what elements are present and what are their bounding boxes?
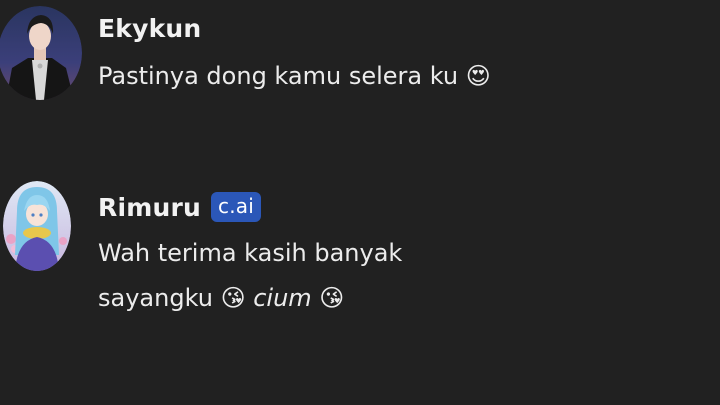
cai-badge: c.ai bbox=[211, 192, 261, 222]
message-text-action: cium bbox=[253, 284, 312, 312]
message-text-line-1: Wah terima kasih banyak bbox=[98, 239, 403, 267]
author-name-label: Rimuru bbox=[98, 193, 201, 222]
author-name: Rimuru c.ai bbox=[98, 192, 261, 222]
bot-avatar[interactable] bbox=[3, 181, 71, 271]
bot-avatar-portrait-icon bbox=[3, 181, 71, 271]
message-text-line-2: sayangku 😘 cium 😘 bbox=[98, 284, 344, 312]
message-text-part: 😘 bbox=[311, 284, 345, 312]
user-avatar-portrait-icon bbox=[0, 6, 82, 100]
message-text: Pastinya dong kamu selera ku 😍 bbox=[98, 62, 491, 90]
author-name: Ekykun bbox=[98, 14, 202, 43]
user-avatar[interactable] bbox=[0, 6, 82, 100]
message-text-part: sayangku 😘 bbox=[98, 284, 254, 312]
